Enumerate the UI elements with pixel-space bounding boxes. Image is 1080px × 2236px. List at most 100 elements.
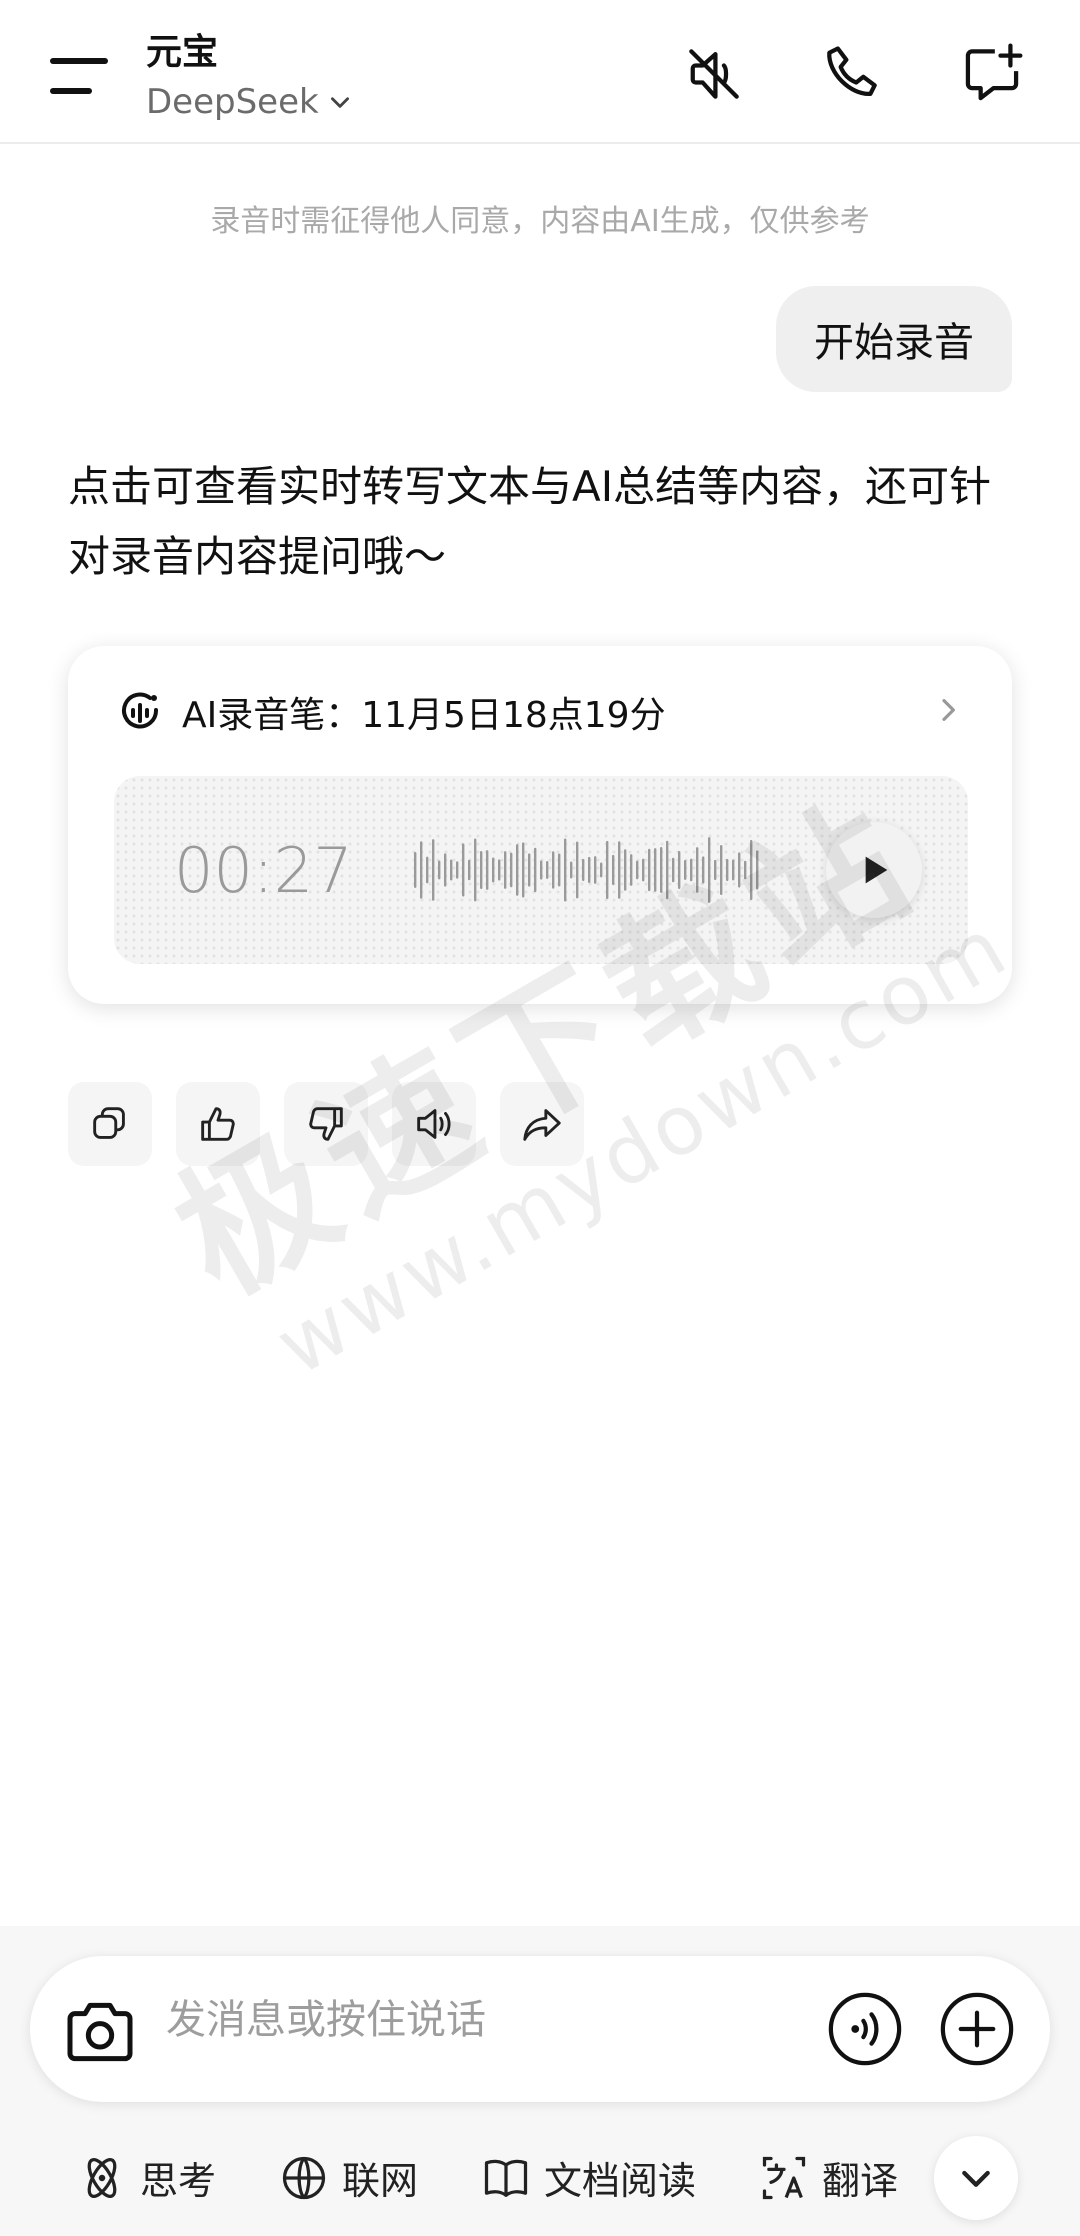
waveform-bar (582, 858, 585, 882)
recording-card-header: AI录音笔：11月5日18点19分 (116, 686, 666, 738)
waveform-bar (564, 838, 567, 902)
waveform-bar (648, 848, 651, 892)
waveform-bar (546, 861, 549, 879)
waveform-bar (462, 843, 465, 897)
chevron-down-icon (330, 97, 349, 108)
waveform-bar (504, 851, 507, 889)
waveform-bar (540, 860, 543, 880)
waveform-bar (426, 856, 429, 884)
tool-web-label: 联网 (342, 2159, 419, 2203)
read-aloud-button[interactable] (392, 1082, 476, 1166)
waveform-bar (438, 860, 441, 880)
assistant-message: 点击可查看实时转写文本与AI总结等内容，还可针对录音内容提问哦～ (68, 462, 992, 581)
voice-button[interactable] (826, 1990, 904, 2068)
waveform-bar (636, 860, 639, 880)
waveform-bar (516, 844, 519, 896)
waveform-bar (450, 859, 453, 881)
tool-think[interactable]: 思考 (76, 2150, 216, 2205)
share-icon (523, 1109, 561, 1141)
waveform-bar (570, 861, 573, 879)
share-button[interactable] (500, 1082, 584, 1166)
tool-translate[interactable]: 翻译 (758, 2150, 898, 2205)
recording-card[interactable]: AI录音笔：11月5日18点19分 00:27 (68, 646, 1012, 1004)
menu-icon-bar (50, 88, 92, 94)
waveform-bar (594, 856, 597, 884)
waveform-bar (666, 840, 669, 900)
waveform-bar (726, 858, 729, 882)
waveform-bar (534, 847, 537, 893)
waveform-bar (588, 856, 591, 884)
tool-web[interactable]: 联网 (278, 2150, 418, 2205)
input-bar (30, 1956, 1050, 2102)
play-icon (865, 856, 888, 884)
waveform-bar (456, 861, 459, 879)
waveform (414, 837, 759, 903)
new-chat-button[interactable] (954, 36, 1030, 112)
app-title: 元宝 (146, 32, 219, 73)
dislike-button[interactable] (284, 1082, 368, 1166)
add-button[interactable] (938, 1990, 1016, 2068)
thumbs-up-icon (201, 1107, 235, 1141)
top-bar: 元宝 DeepSeek (0, 0, 1080, 144)
expand-tools-button[interactable] (934, 2136, 1018, 2220)
mute-icon (689, 49, 739, 99)
waveform-bar (492, 857, 495, 883)
tool-bar: 思考 联网 文档阅读 翻译 (76, 2150, 960, 2205)
waveform-bar (612, 854, 615, 886)
waveform-bar (606, 840, 609, 900)
waveform-bar (444, 853, 447, 887)
waveform-bar (708, 837, 711, 903)
chevron-right-icon[interactable] (932, 694, 964, 726)
menu-button[interactable] (40, 44, 116, 108)
globe-icon (282, 2156, 326, 2199)
like-button[interactable] (176, 1082, 260, 1166)
atom-icon (87, 2157, 117, 2198)
waveform-bar (558, 853, 561, 887)
message-input[interactable] (166, 1990, 806, 2050)
new-chat-icon (965, 43, 1023, 101)
waveform-bar (576, 841, 579, 899)
camera-icon (67, 2002, 133, 2062)
waveform-bar (702, 856, 705, 884)
waveform-bar (714, 859, 717, 881)
model-name: DeepSeek (146, 82, 319, 122)
waveform-bar (522, 842, 525, 898)
recording-title: AI录音笔：11月5日18点19分 (182, 695, 666, 736)
waveform-bar (414, 852, 417, 888)
waveform-bar (618, 841, 621, 899)
waveform-bar (600, 862, 603, 878)
call-button[interactable] (814, 36, 890, 112)
waveform-bar (690, 858, 693, 882)
waveform-bar (528, 853, 531, 887)
disclaimer-notice: 录音时需征得他人同意，内容由AI生成，仅供参考 (210, 204, 870, 239)
tool-translate-label: 翻译 (822, 2159, 899, 2203)
mute-button[interactable] (676, 36, 752, 112)
plus-icon (940, 1992, 1014, 2066)
copy-icon (93, 1107, 125, 1139)
waveform-bar (720, 844, 723, 896)
thumbs-down-icon (309, 1107, 343, 1141)
tool-doc-read-label: 文档阅读 (544, 2159, 697, 2203)
waveform-bar (474, 838, 477, 902)
camera-button[interactable] (60, 1992, 140, 2072)
copy-button[interactable] (68, 1082, 152, 1166)
model-selector[interactable]: DeepSeek (146, 78, 353, 126)
waveform-bar (756, 850, 759, 890)
tool-doc-read[interactable]: 文档阅读 (480, 2150, 696, 2205)
waveform-bar (684, 859, 687, 881)
waveform-bar (486, 850, 489, 890)
waveform-bar (624, 849, 627, 891)
waveform-bar (732, 859, 735, 881)
waveform-bar (738, 852, 741, 888)
tool-think-label: 思考 (140, 2159, 217, 2203)
waveform-bar (630, 854, 633, 886)
title-block: 元宝 DeepSeek (146, 28, 353, 126)
waveform-bar (672, 857, 675, 883)
waveform-bar (660, 847, 663, 893)
waveform-bar (420, 841, 423, 899)
book-icon (484, 2159, 528, 2197)
play-button[interactable] (826, 822, 922, 918)
speaker-icon (417, 1109, 451, 1139)
waveform-bar (480, 850, 483, 890)
recording-duration: 00:27 (174, 834, 353, 907)
